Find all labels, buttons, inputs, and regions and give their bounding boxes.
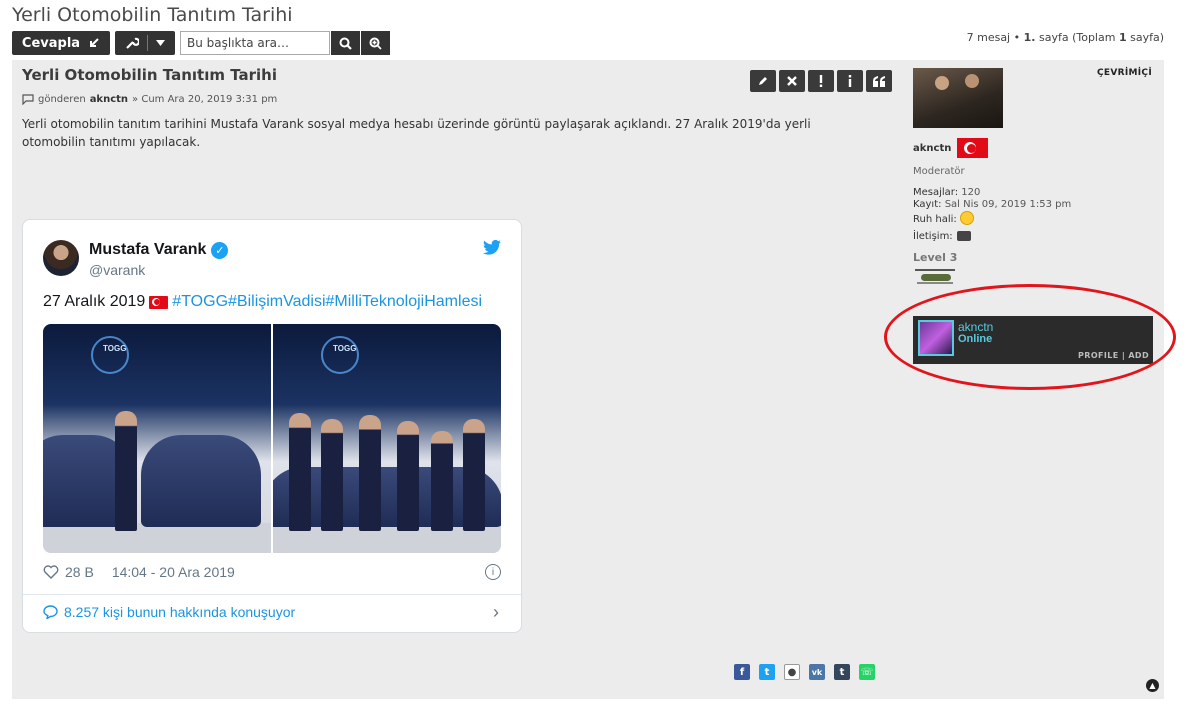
edit-button[interactable] (750, 70, 776, 92)
chat-icon[interactable] (956, 231, 971, 241)
steam-links[interactable]: PROFILE | ADD (1078, 351, 1149, 360)
profile-avatar[interactable] (913, 68, 1003, 128)
tumblr-icon[interactable]: t (834, 664, 850, 680)
facebook-icon[interactable]: f (734, 664, 750, 680)
topic-search-box (180, 31, 330, 55)
share-buttons: f t ● vk t ☏ (734, 664, 875, 680)
embedded-tweet: Mustafa Varank ✓ @varank 27 Aralık 2019 … (22, 219, 522, 633)
messages-label: Mesajlar: (913, 187, 959, 198)
info-icon (848, 75, 852, 87)
profile-rank: Moderatör (913, 166, 965, 177)
total-prefix: (Toplam (1072, 31, 1116, 44)
reply-label: Cevapla (21, 35, 81, 51)
quote-icon (872, 75, 885, 87)
joined-label: Kayıt: (913, 199, 942, 210)
tweet-text: 27 Aralık 2019 #TOGG#BilişimVadisi#Milli… (43, 293, 482, 311)
post-icon[interactable] (22, 94, 34, 105)
tweet-timestamp[interactable]: 14:04 - 20 Ara 2019 (112, 564, 235, 580)
mood-label: Ruh hali: (913, 214, 957, 225)
steam-widget[interactable]: aknctn Online PROFILE | ADD (913, 316, 1153, 364)
heart-icon[interactable] (43, 565, 59, 579)
steam-avatar[interactable] (918, 320, 954, 356)
exclamation-icon (819, 75, 823, 87)
page-word: sayfa (1038, 31, 1069, 44)
tweet-likes: 28 B (65, 564, 94, 580)
profile-username[interactable]: aknctn (913, 143, 951, 154)
turkey-flag-icon (149, 295, 169, 309)
bullet: • (1013, 31, 1021, 44)
joined-date: Sal Nis 09, 2019 1:53 pm (944, 199, 1072, 210)
togg-logo-text-2: TOGG (333, 344, 357, 353)
profile-level: Level 3 (913, 251, 958, 264)
tweet-photo-2[interactable]: TOGG (273, 324, 501, 553)
wrench-icon (126, 37, 139, 49)
info-button[interactable] (837, 70, 863, 92)
turkey-flag-icon (957, 138, 989, 158)
twitter-share-icon[interactable]: t (759, 664, 775, 680)
tweet-author-name-text: Mustafa Varank (89, 241, 207, 258)
pencil-icon (759, 77, 767, 85)
current-page: 1. (1023, 31, 1036, 44)
post-meta: gönderen aknctn » Cum Ara 20, 2019 3:31 … (22, 94, 892, 105)
twitter-bird-icon[interactable] (483, 240, 501, 255)
search-button[interactable] (331, 31, 360, 55)
tweet-author-handle[interactable]: @varank (89, 262, 145, 278)
post-author[interactable]: aknctn (90, 94, 128, 105)
profile-stats: Mesajlar: 120 Kayıt: Sal Nis 09, 2019 1:… (913, 187, 1158, 243)
whatsapp-icon[interactable]: ☏ (859, 664, 875, 680)
smiley-icon (959, 211, 974, 225)
post-text: Yerli otomobilin tanıtım tarihini Mustaf… (22, 117, 811, 149)
search-icon (339, 37, 352, 50)
zoom-plus-icon (369, 37, 382, 50)
post-container: Yerli Otomobilin Tanıtım Tarihi gönderen… (12, 60, 1164, 699)
chevron-right-icon[interactable]: › (493, 602, 499, 623)
action-bar: Cevapla (12, 31, 390, 55)
steam-status: Online (958, 333, 993, 345)
back-to-top-icon[interactable]: ▲ (1146, 679, 1159, 692)
tweet-info-icon[interactable]: i (485, 564, 501, 580)
tweet-date-text: 27 Aralık 2019 (43, 293, 146, 310)
tweet-author-avatar[interactable] (43, 240, 79, 276)
reply-button[interactable]: Cevapla (12, 31, 110, 55)
quote-button[interactable] (866, 70, 892, 92)
post-actions (750, 70, 892, 92)
vk-icon[interactable]: vk (809, 664, 825, 680)
tweet-photo-1[interactable]: TOGG (43, 324, 271, 553)
tweet-footer: 28 B 14:04 - 20 Ara 2019 (43, 564, 235, 580)
helicopter-icon (913, 266, 957, 286)
topic-search-input[interactable] (187, 36, 323, 50)
togg-logo-text-1: TOGG (103, 344, 127, 353)
reddit-icon[interactable]: ● (784, 664, 800, 680)
profile-name-row: aknctn (913, 138, 1158, 158)
contact-label: İletişim: (913, 231, 953, 242)
tweet-media[interactable]: TOGG TOGG (43, 324, 501, 553)
topic-tools-button[interactable] (115, 31, 175, 55)
speech-bubble-icon (43, 605, 58, 619)
online-status: ÇEVRİMİÇİ (1097, 68, 1152, 78)
message-count: 7 mesaj (966, 31, 1011, 44)
topic-title: Yerli Otomobilin Tanıtım Tarihi (12, 4, 293, 26)
verified-badge-icon: ✓ (211, 241, 229, 259)
tweet-conversation-text: 8.257 kişi bunun hakkında konuşuyor (64, 604, 296, 620)
tweet-author-name[interactable]: Mustafa Varank ✓ (89, 241, 229, 259)
delete-button[interactable] (779, 70, 805, 92)
caret-down-icon (156, 40, 165, 46)
close-icon (787, 76, 797, 86)
post-profile: ÇEVRİMİÇİ aknctn Moderatör Mesajlar: 120… (913, 68, 1158, 286)
steam-name[interactable]: aknctn (958, 320, 993, 334)
post-date: » Cum Ara 20, 2019 3:31 pm (132, 94, 278, 105)
report-button[interactable] (808, 70, 834, 92)
tweet-hashtags[interactable]: #TOGG#BilişimVadisi#MilliTeknolojiHamles… (172, 293, 482, 311)
tweet-conversation-link[interactable]: 8.257 kişi bunun hakkında konuşuyor (43, 604, 295, 620)
advanced-search-button[interactable] (361, 31, 390, 55)
messages-count[interactable]: 120 (961, 187, 980, 198)
meta-prefix: gönderen (38, 94, 86, 105)
total-suffix: sayfa) (1130, 31, 1164, 44)
reply-arrow-icon (90, 38, 99, 47)
pagination-info: 7 mesaj • 1. sayfa (Toplam 1 sayfa) (967, 31, 1164, 44)
total-pages: 1 (1118, 31, 1127, 44)
